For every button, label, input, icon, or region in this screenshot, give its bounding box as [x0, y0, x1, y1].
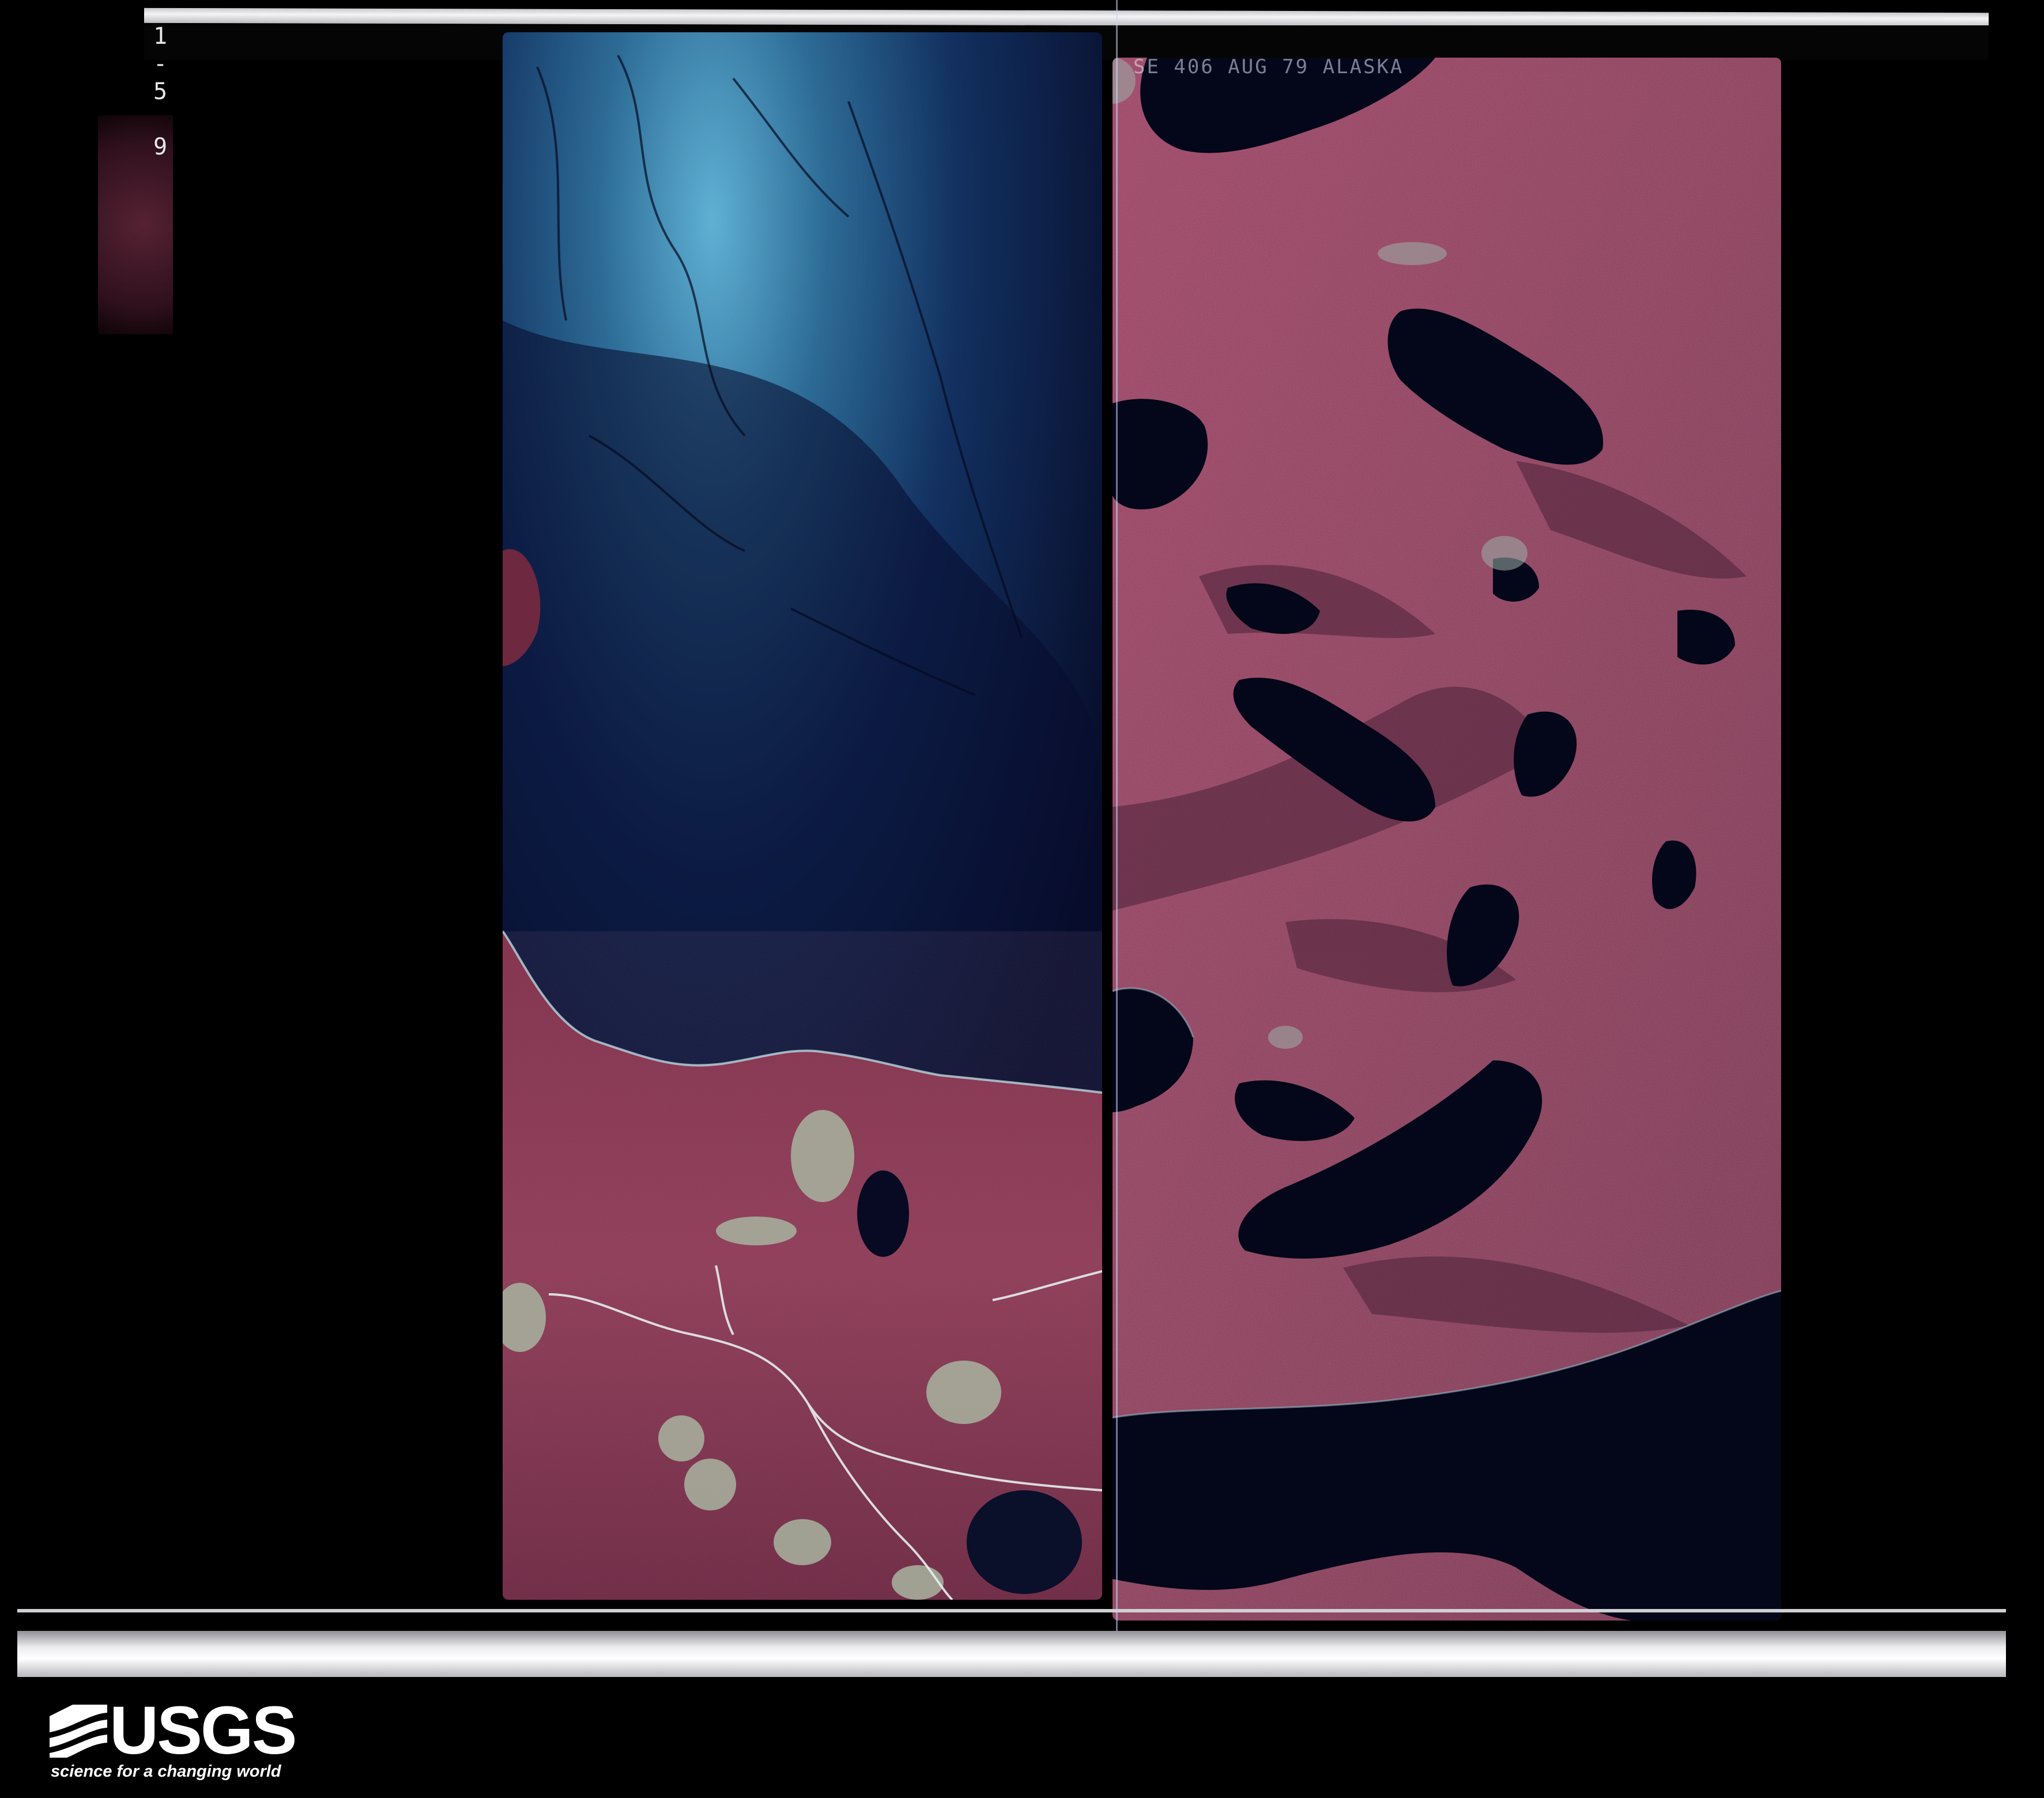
film-splice-line	[1116, 0, 1118, 1671]
film-border-bottom-edge	[17, 1609, 2006, 1612]
frame-code-label: 1-5 9	[147, 23, 174, 161]
inland-lake	[857, 1170, 909, 1257]
right-aerial-photo	[1112, 58, 1781, 1621]
left-photo-drawing	[503, 32, 1102, 1600]
aerial-film-scan: 1-5 9 SE 406 AUG 79 ALASKA USGS science …	[0, 0, 2044, 1798]
logo-tagline: science for a changing world	[51, 1762, 281, 1781]
usgs-wave-mark-icon	[50, 1705, 107, 1758]
left-aerial-photo	[503, 32, 1102, 1600]
right-photo-drawing	[1112, 58, 1781, 1621]
usgs-logo: USGS science for a changing world	[50, 1693, 297, 1786]
frame-header-text: SE 406 AUG 79 ALASKA	[1133, 55, 1404, 78]
logo-wordmark: USGS	[110, 1693, 297, 1769]
film-border-bottom	[17, 1631, 2006, 1677]
lower-lake	[967, 1490, 1082, 1594]
